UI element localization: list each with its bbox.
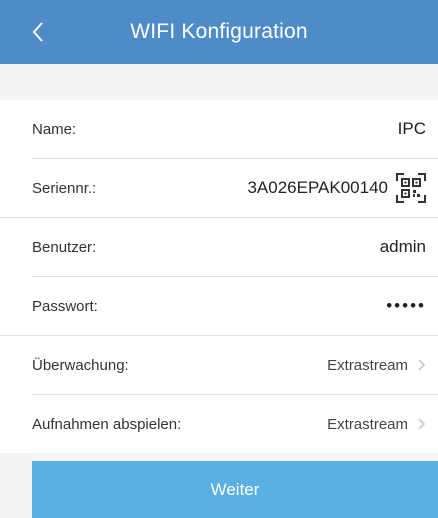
chevron-right-icon [418,359,426,371]
user-value[interactable]: admin [380,237,426,257]
name-value: IPC [397,119,426,138]
password-row[interactable]: Passwort: ••••• [0,277,438,335]
next-button[interactable]: Weiter [32,461,438,518]
name-label: Name: [32,120,77,138]
user-row[interactable]: Benutzer: admin [0,218,438,276]
chevron-left-icon [32,22,43,42]
password-value[interactable]: ••••• [386,296,426,316]
user-label: Benutzer: [32,238,97,256]
serial-label: Seriennr.: [32,179,97,197]
back-button[interactable] [18,10,58,54]
qr-scan-button[interactable] [396,173,426,203]
password-label: Passwort: [32,297,98,315]
serial-row: Seriennr.: 3A026EPAK00140 [0,159,438,217]
chevron-right-icon [418,418,426,430]
playback-label: Aufnahmen abspielen: [32,415,182,433]
monitoring-label: Überwachung: [32,356,129,374]
playback-value: Extrastream [327,415,408,433]
name-row: Name: IPC [0,100,438,158]
monitoring-value: Extrastream [327,356,408,374]
header-bar: WIFI Konfiguration [0,0,438,64]
page-title: WIFI Konfiguration [130,20,308,43]
monitoring-row[interactable]: Überwachung: Extrastream [0,336,438,394]
playback-row[interactable]: Aufnahmen abspielen: Extrastream [0,395,438,453]
device-info-section: Name: IPC Seriennr.: 3A026EPAK00140 Benu… [0,100,438,453]
qr-code-icon [396,173,426,203]
serial-value: 3A026EPAK00140 [247,178,388,197]
